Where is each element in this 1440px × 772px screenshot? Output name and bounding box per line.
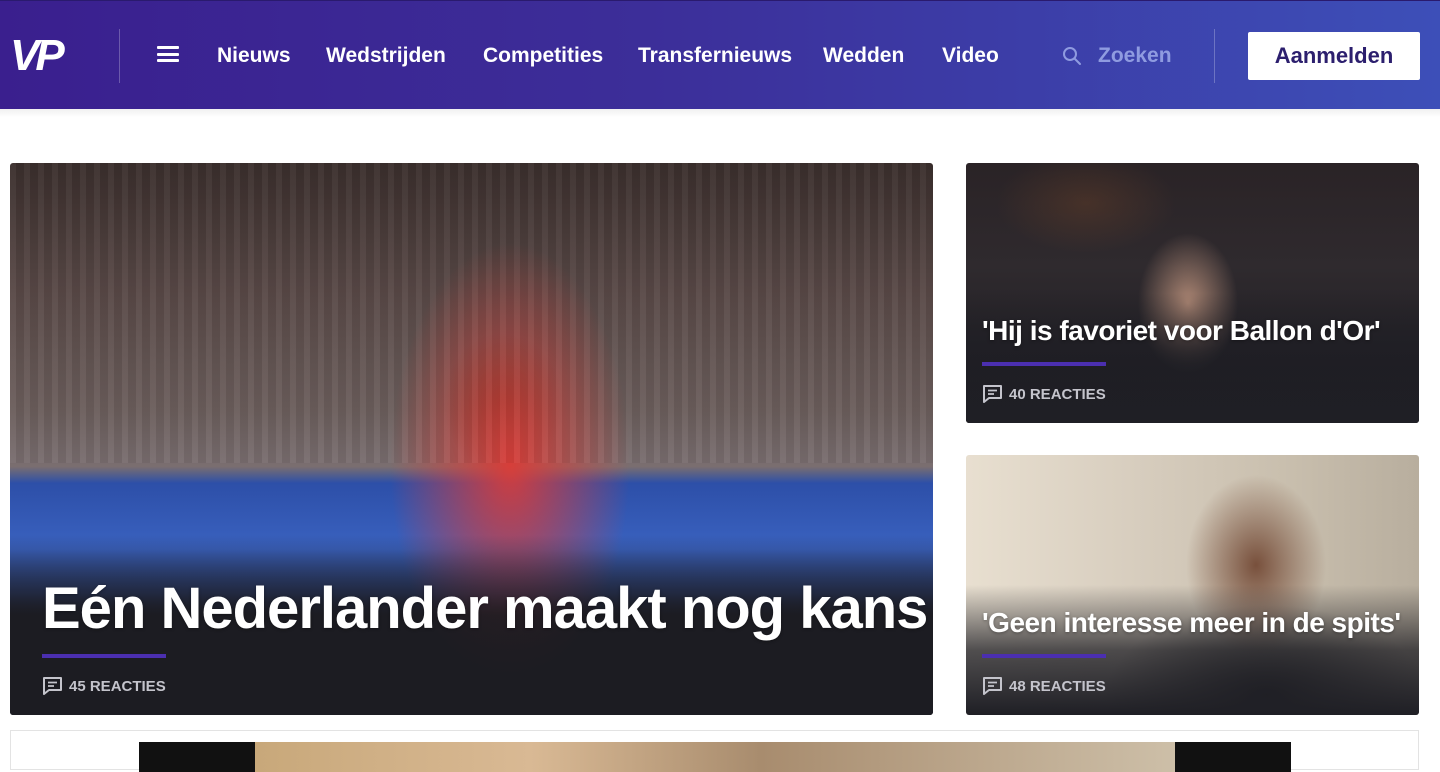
nav-item-wedstrijden[interactable]: Wedstrijden [326, 41, 446, 71]
video-thumbnail [255, 742, 1175, 772]
login-button[interactable]: Aanmelden [1248, 32, 1420, 80]
site-header: VP Nieuws Wedstrijden Competities Transf… [0, 0, 1440, 109]
reacties-label: 48 REACTIES [1009, 677, 1106, 695]
reacties-count[interactable]: 45 REACTIES [42, 676, 166, 696]
svg-text:VP: VP [10, 32, 65, 76]
reacties-count[interactable]: 40 REACTIES [982, 384, 1106, 404]
article-title-side-2[interactable]: 'Geen interesse meer in de spits' [982, 607, 1401, 639]
reacties-label: 45 REACTIES [69, 677, 166, 695]
reacties-count[interactable]: 48 REACTIES [982, 676, 1106, 696]
accent-line [982, 362, 1106, 366]
header-divider [119, 29, 120, 83]
hamburger-icon[interactable] [157, 46, 179, 64]
article-title-side-1[interactable]: 'Hij is favoriet voor Ballon d'Or' [982, 315, 1381, 347]
video-player[interactable] [139, 742, 1291, 772]
header-divider-right [1214, 29, 1215, 83]
nav-item-competities[interactable]: Competities [483, 41, 603, 71]
search-field[interactable]: Zoeken [1062, 41, 1172, 71]
nav-item-video[interactable]: Video [942, 41, 999, 71]
nav-item-transfernieuws[interactable]: Transfernieuws [638, 41, 792, 71]
search-placeholder: Zoeken [1098, 44, 1172, 67]
article-card-side-1[interactable]: 'Hij is favoriet voor Ballon d'Or' 40 RE… [966, 163, 1419, 423]
accent-line [982, 654, 1106, 658]
stadium-crowd [10, 163, 933, 463]
article-card-side-2[interactable]: 'Geen interesse meer in de spits' 48 REA… [966, 455, 1419, 715]
comment-icon [43, 677, 62, 695]
vp-logo[interactable]: VP [10, 32, 90, 76]
header-shadow [0, 109, 1440, 117]
nav-item-nieuws[interactable]: Nieuws [217, 41, 291, 71]
comment-icon [983, 677, 1002, 695]
article-card-main[interactable]: Eén Nederlander maakt nog kans 45 REACTI… [10, 163, 933, 715]
article-title-main[interactable]: Eén Nederlander maakt nog kans [42, 575, 928, 642]
search-icon [1063, 47, 1081, 65]
nav-item-wedden[interactable]: Wedden [823, 41, 904, 71]
reacties-label: 40 REACTIES [1009, 385, 1106, 403]
comment-icon [983, 385, 1002, 403]
accent-line [42, 654, 166, 658]
